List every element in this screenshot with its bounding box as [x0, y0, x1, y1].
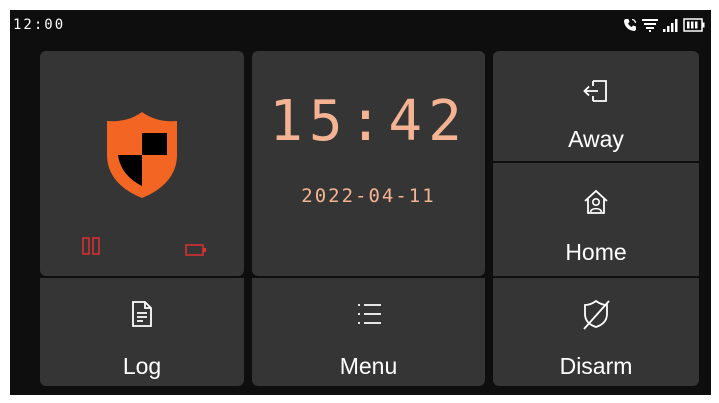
home-person-icon — [582, 188, 610, 220]
disarm-button[interactable]: Disarm — [493, 278, 699, 386]
document-icon — [130, 300, 154, 332]
menu-button[interactable]: Menu — [252, 278, 485, 386]
disarm-slash-icon — [581, 298, 611, 334]
cellular-signal-icon — [663, 18, 679, 32]
list-menu-icon — [355, 302, 383, 330]
home-button[interactable]: Home — [493, 163, 699, 276]
security-status-tile — [40, 51, 244, 276]
clock-date: 2022-04-11 — [301, 185, 436, 207]
log-button[interactable]: Log — [40, 278, 244, 386]
clock-tile: 15:42 2022-04-11 — [252, 51, 485, 276]
wifi-icon — [641, 18, 659, 32]
log-label: Log — [122, 353, 162, 379]
away-button[interactable]: Away — [493, 51, 699, 161]
status-icons — [623, 17, 705, 33]
status-time: 12:00 — [13, 17, 66, 33]
phone-call-icon — [623, 18, 637, 32]
away-label: Away — [568, 126, 624, 152]
alarm-panel-screen: 12:00 15:42 2022-04-11 Away Home Log Men… — [10, 10, 711, 395]
status-bar: 12:00 — [10, 10, 711, 40]
home-label: Home — [565, 239, 627, 265]
exit-door-icon — [582, 77, 610, 109]
disarm-label: Disarm — [559, 353, 633, 379]
menu-label: Menu — [339, 353, 398, 379]
clock-time: 15:42 — [269, 89, 468, 154]
shield-icon — [104, 109, 180, 205]
door-sensor-icon — [82, 237, 102, 259]
battery-icon — [683, 18, 705, 32]
battery-icon — [185, 241, 207, 260]
